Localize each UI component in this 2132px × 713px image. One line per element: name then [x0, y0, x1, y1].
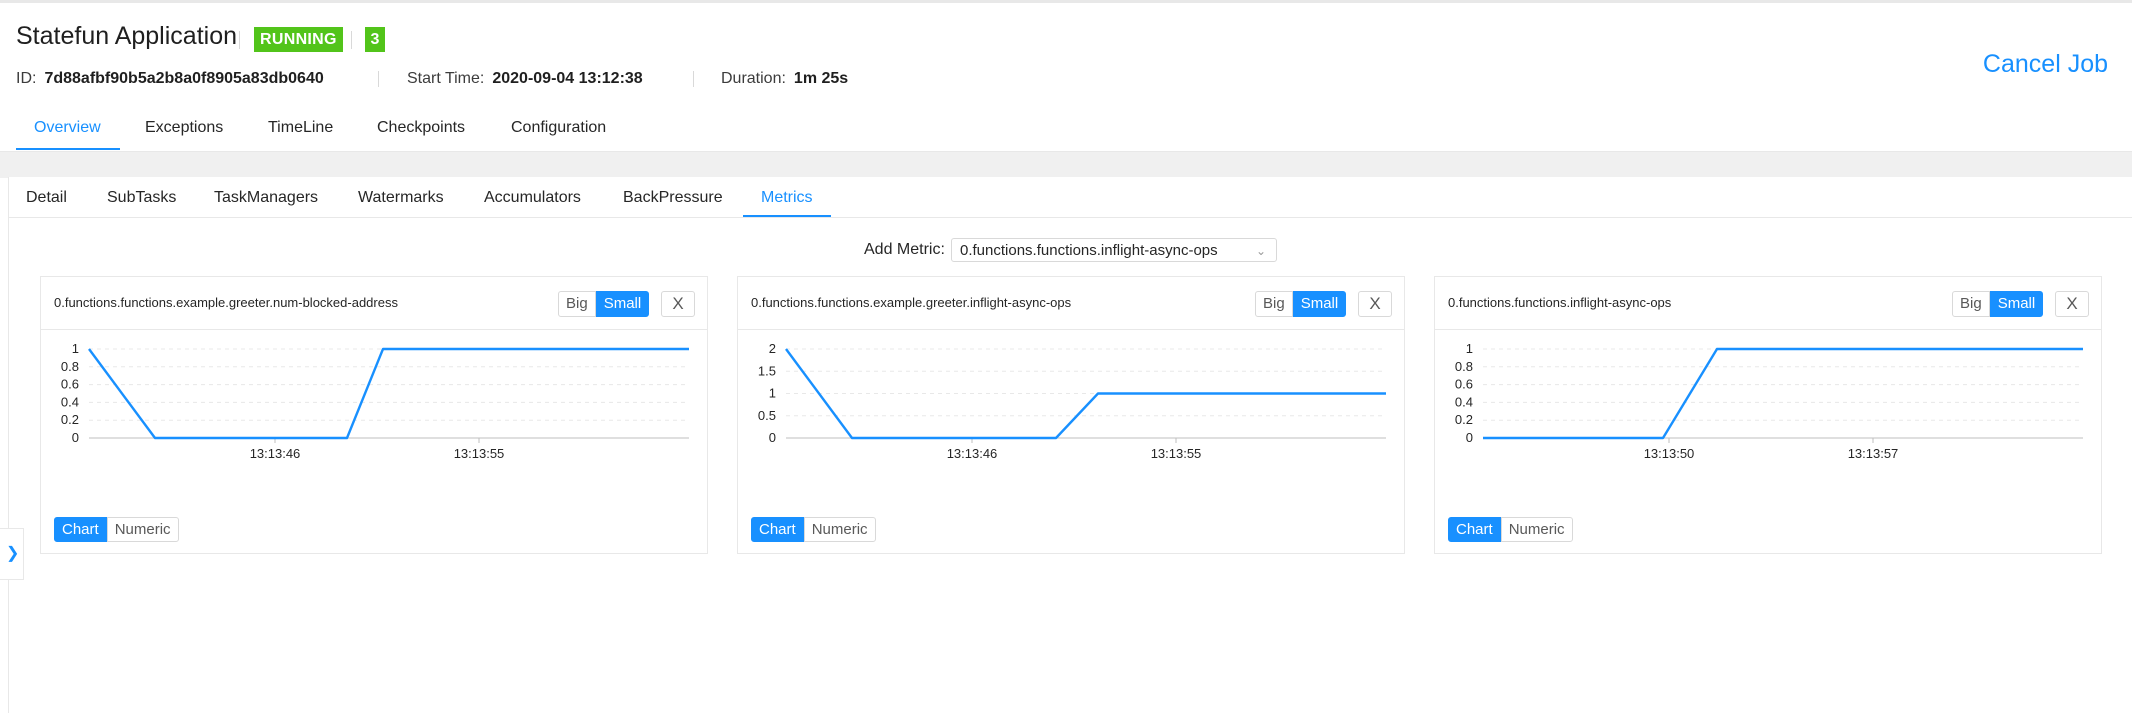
y-tick-label: 1.5	[758, 363, 776, 378]
subtab-divider	[8, 217, 2132, 218]
metric-card: 0.functions.functions.example.greeter.in…	[737, 276, 1405, 554]
x-tick-label: 13:13:50	[1644, 446, 1695, 461]
tab-overview[interactable]: Overview	[34, 119, 101, 137]
active-subtab-indicator	[743, 215, 831, 217]
start-time-label: Start Time:	[407, 70, 485, 87]
view-toggle: Chart Numeric	[54, 517, 179, 542]
metric-card: 0.functions.functions.example.greeter.nu…	[40, 276, 708, 554]
subtab-backpressure[interactable]: BackPressure	[623, 189, 723, 207]
small-button[interactable]: Small	[1989, 291, 2044, 317]
job-start-time: Start Time: 2020-09-04 13:12:38	[407, 70, 643, 88]
subtab-taskmanagers[interactable]: TaskManagers	[214, 189, 318, 207]
divider	[693, 71, 694, 87]
subtab-metrics[interactable]: Metrics	[761, 189, 813, 207]
metric-card-header: 0.functions.functions.example.greeter.nu…	[41, 277, 707, 330]
job-id: ID: 7d88afbf90b5a2b8a0f8905a83db0640	[16, 70, 324, 88]
content-separator	[0, 151, 2132, 178]
metric-line-chart: 0 0.2 0.4 0.6 0.8 1 13:13:46 13:13:55	[61, 341, 689, 461]
divider	[378, 71, 379, 87]
big-button[interactable]: Big	[1952, 291, 1990, 317]
y-tick-label: 1	[769, 386, 776, 401]
top-border	[0, 0, 2132, 3]
metric-card-header: 0.functions.functions.inflight-async-ops…	[1435, 277, 2101, 330]
duration-label: Duration:	[721, 70, 786, 87]
add-metric-selected-value: 0.functions.functions.inflight-async-ops	[960, 242, 1218, 259]
tab-exceptions[interactable]: Exceptions	[145, 119, 223, 137]
y-tick-label: 0	[769, 430, 776, 445]
x-tick-label: 13:13:46	[250, 446, 301, 461]
chart-view-button[interactable]: Chart	[1448, 517, 1501, 542]
cancel-job-link[interactable]: Cancel Job	[1983, 50, 2108, 79]
y-tick-label: 0.4	[61, 394, 79, 409]
chart-view-button[interactable]: Chart	[54, 517, 107, 542]
chart-view-button[interactable]: Chart	[751, 517, 804, 542]
job-title: Statefun Application	[16, 22, 237, 50]
active-tab-indicator	[16, 148, 120, 150]
small-button[interactable]: Small	[1292, 291, 1347, 317]
y-tick-label: 0.4	[1455, 394, 1473, 409]
y-tick-label: 0.8	[61, 359, 79, 374]
metric-card-title: 0.functions.functions.inflight-async-ops	[1448, 295, 1672, 310]
metric-line-chart: 0 0.5 1 1.5 2 13:13:46 13:13:55	[758, 341, 1386, 461]
chevron-right-icon: ❯	[6, 545, 20, 562]
metric-card-header: 0.functions.functions.example.greeter.in…	[738, 277, 1404, 330]
x-tick-label: 13:13:57	[1848, 446, 1899, 461]
chevron-down-icon: ⌄	[1255, 244, 1266, 258]
close-metric-button[interactable]: X	[1358, 291, 1392, 317]
x-tick-label: 13:13:55	[1151, 446, 1202, 461]
y-tick-label: 0.6	[61, 377, 79, 392]
y-tick-label: 0.2	[1455, 412, 1473, 427]
size-toggle: Big Small	[1952, 291, 2044, 317]
y-tick-label: 0	[1466, 430, 1473, 445]
job-id-value: 7d88afbf90b5a2b8a0f8905a83db0640	[44, 70, 324, 87]
y-tick-label: 1	[1466, 341, 1473, 356]
numeric-view-button[interactable]: Numeric	[803, 517, 876, 542]
y-tick-label: 2	[769, 341, 776, 356]
close-metric-button[interactable]: X	[661, 291, 695, 317]
metric-line-chart: 0 0.2 0.4 0.6 0.8 1 13:13:50 13:13:57	[1455, 341, 2083, 461]
status-badge: RUNNING	[254, 27, 343, 52]
divider	[351, 31, 352, 49]
y-tick-label: 1	[72, 341, 79, 356]
sidebar-toggle[interactable]: ❯	[0, 528, 24, 580]
tab-timeline[interactable]: TimeLine	[268, 119, 333, 137]
series-line	[1483, 347, 2083, 440]
subtab-detail[interactable]: Detail	[26, 189, 67, 207]
start-time-value: 2020-09-04 13:12:38	[492, 70, 643, 87]
subtab-subtasks[interactable]: SubTasks	[107, 189, 176, 207]
x-tick-label: 13:13:46	[947, 446, 998, 461]
running-count-badge: 3	[365, 27, 385, 52]
close-metric-button[interactable]: X	[2055, 291, 2089, 317]
job-id-label: ID:	[16, 70, 37, 87]
numeric-view-button[interactable]: Numeric	[106, 517, 179, 542]
y-tick-label: 0.6	[1455, 377, 1473, 392]
y-tick-label: 0.8	[1455, 359, 1473, 374]
view-toggle: Chart Numeric	[751, 517, 876, 542]
small-button[interactable]: Small	[595, 291, 650, 317]
tab-checkpoints[interactable]: Checkpoints	[377, 119, 465, 137]
y-tick-label: 0.5	[758, 408, 776, 423]
tab-configuration[interactable]: Configuration	[511, 119, 606, 137]
big-button[interactable]: Big	[558, 291, 596, 317]
add-metric-select[interactable]: 0.functions.functions.inflight-async-ops…	[951, 238, 1277, 262]
divider	[239, 31, 240, 49]
series-line	[88, 347, 689, 440]
size-toggle: Big Small	[1255, 291, 1347, 317]
job-duration: Duration: 1m 25s	[721, 70, 848, 88]
y-tick-label: 0	[72, 430, 79, 445]
numeric-view-button[interactable]: Numeric	[1500, 517, 1573, 542]
x-tick-label: 13:13:55	[454, 446, 505, 461]
metric-card-title: 0.functions.functions.example.greeter.in…	[751, 295, 1072, 310]
duration-value: 1m 25s	[793, 70, 849, 87]
view-toggle: Chart Numeric	[1448, 517, 1573, 542]
big-button[interactable]: Big	[1255, 291, 1293, 317]
add-metric-label: Add Metric:	[864, 241, 945, 258]
subtab-watermarks[interactable]: Watermarks	[358, 189, 444, 207]
size-toggle: Big Small	[558, 291, 650, 317]
metric-card-title: 0.functions.functions.example.greeter.nu…	[54, 295, 398, 310]
metric-card: 0.functions.functions.inflight-async-ops…	[1434, 276, 2102, 554]
y-tick-label: 0.2	[61, 412, 79, 427]
subtab-accumulators[interactable]: Accumulators	[484, 189, 581, 207]
